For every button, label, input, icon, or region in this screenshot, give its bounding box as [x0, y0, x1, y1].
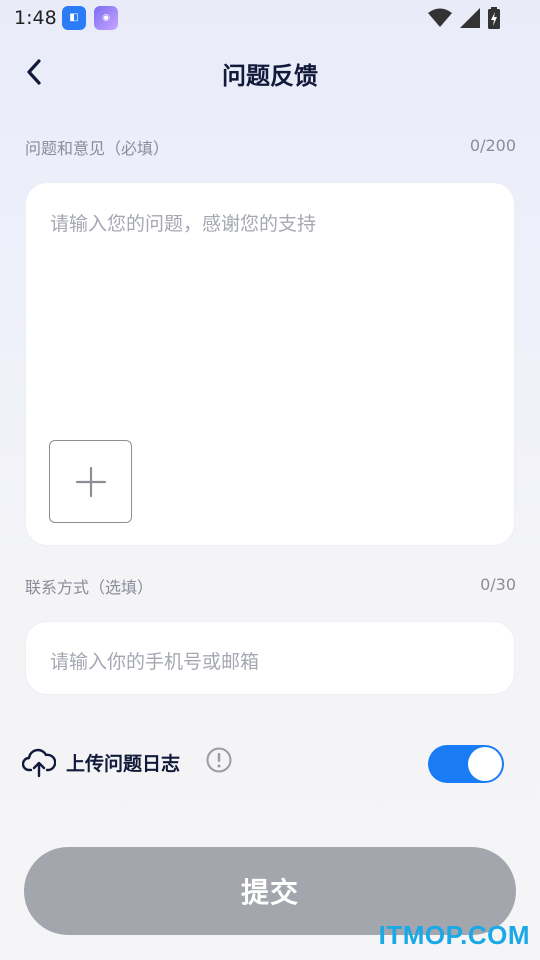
app-icon-1: ◧ — [62, 6, 86, 30]
wifi-icon — [428, 8, 452, 27]
app-icon-2: ◉ — [94, 6, 118, 30]
contact-count: 0/30 — [480, 575, 516, 594]
contact-placeholder: 请输入你的手机号或邮箱 — [50, 651, 260, 673]
signal-icon — [460, 8, 480, 28]
status-icons — [428, 6, 500, 30]
page-title: 问题反馈 — [222, 62, 318, 90]
upload-log-toggle[interactable] — [428, 745, 504, 783]
feedback-label: 问题和意见（必填） — [25, 139, 170, 158]
header: 问题反馈 — [0, 44, 540, 100]
feedback-count: 0/200 — [469, 136, 516, 155]
battery-icon — [488, 7, 500, 29]
info-icon[interactable] — [206, 747, 232, 773]
status-time: 1:48 — [14, 7, 57, 29]
cloud-upload-icon — [22, 748, 56, 778]
feedback-placeholder: 请输入您的问题，感谢您的支持 — [50, 213, 317, 235]
status-bar: 1:48 ◧ ◉ — [0, 0, 540, 36]
plus-icon — [75, 466, 106, 497]
contact-label: 联系方式（选填） — [25, 578, 154, 597]
submit-label: 提交 — [240, 876, 299, 909]
upload-log-label: 上传问题日志 — [66, 753, 181, 775]
upload-log-row: 上传问题日志 — [22, 740, 518, 784]
contact-input[interactable]: 请输入你的手机号或邮箱 — [25, 621, 515, 695]
feedback-textarea[interactable]: 请输入您的问题，感谢您的支持 — [25, 182, 515, 546]
watermark: ITMOP.COM — [378, 920, 530, 950]
toggle-knob — [468, 747, 502, 781]
add-image-button[interactable] — [49, 440, 132, 523]
